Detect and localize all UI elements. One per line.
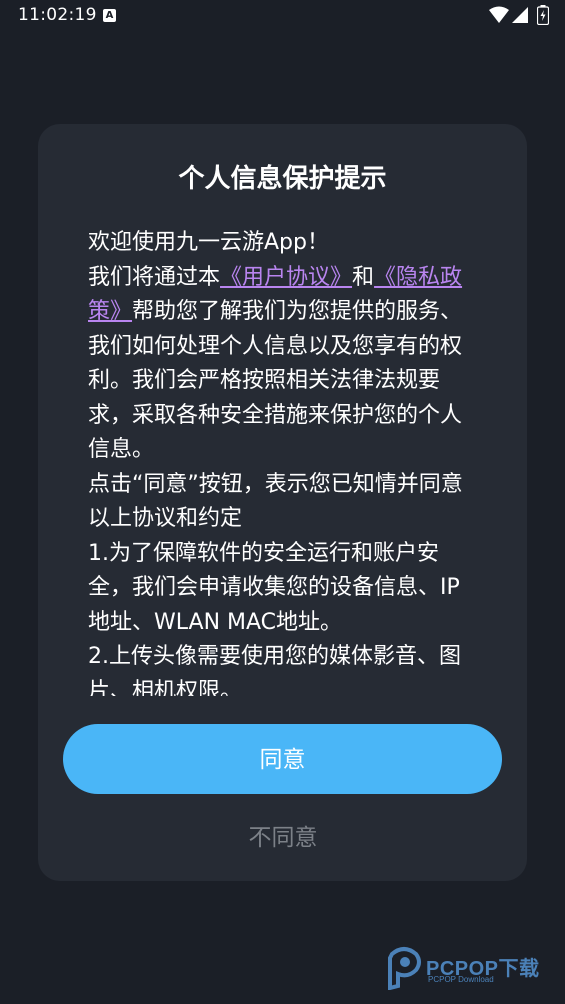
- battery-icon: [537, 5, 549, 25]
- consent-text: 点击“同意”按钮，表示您已知情并同意以上协议和约定: [88, 471, 463, 532]
- permission-item-2: 2.上传头像需要使用您的媒体影音、图片、相机权限。: [88, 644, 461, 696]
- intro-before-text: 我们将通过本: [88, 264, 221, 290]
- status-bar: 11:02:19 A: [0, 0, 565, 34]
- welcome-text: 欢迎使用九一云游App！: [88, 230, 329, 255]
- dialog-content-scroll[interactable]: 欢迎使用九一云游App！ 我们将通过本《用户协议》和《隐私政策》帮助您了解我们为…: [88, 226, 470, 696]
- dialog-content: 欢迎使用九一云游App！ 我们将通过本《用户协议》和《隐私政策》帮助您了解我们为…: [88, 226, 470, 696]
- agree-button[interactable]: 同意: [63, 724, 502, 794]
- dialog-title: 个人信息保护提示: [178, 164, 387, 194]
- disagree-button[interactable]: 不同意: [183, 818, 383, 858]
- permission-item-1: 1.为了保障软件的安全运行和账户安全，我们会申请收集您的设备信息、IP地址、WL…: [88, 540, 460, 635]
- and-text: 和: [352, 264, 375, 290]
- intro-paragraph: 我们将通过本《用户协议》和《隐私政策》帮助您了解我们为您提供的服务、我们如何处理…: [88, 261, 470, 468]
- watermark: PCPOP下载 PCPOP Download: [386, 944, 560, 994]
- user-agreement-link[interactable]: 《用户协议》: [220, 265, 352, 290]
- watermark-subtext: PCPOP Download: [428, 975, 494, 984]
- wifi-icon: [489, 6, 509, 23]
- notification-icon: A: [103, 9, 116, 22]
- status-time: 11:02:19: [18, 5, 97, 25]
- signal-icon: [512, 7, 528, 23]
- intro-after-text: 帮助您了解我们为您提供的服务、我们如何处理个人信息以及您享有的权利。我们会严格按…: [88, 299, 463, 462]
- pcpop-logo-icon: [388, 947, 421, 990]
